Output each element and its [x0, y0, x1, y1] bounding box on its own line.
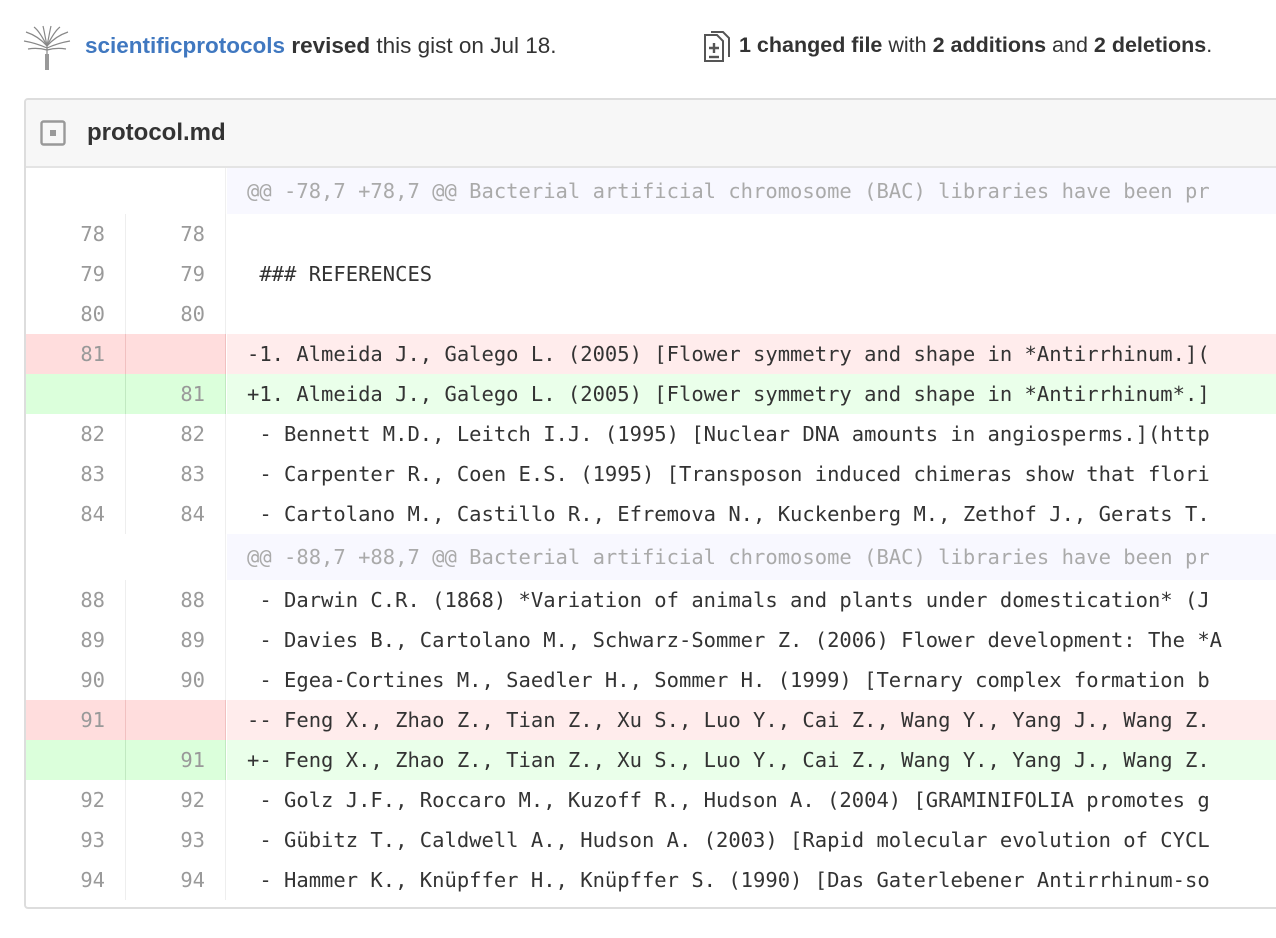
diff-row: 89 89 - Davies B., Cartolano M., Schwarz-…	[26, 620, 1276, 660]
diff-row: 88 88 - Darwin C.R. (1868) *Variation of …	[26, 580, 1276, 620]
new-line-number[interactable]: 79	[126, 254, 226, 294]
file-name[interactable]: protocol.md	[87, 119, 226, 147]
code-line: - Gübitz T., Caldwell A., Hudson A. (200…	[247, 828, 1210, 852]
action-label: revised	[291, 33, 371, 58]
old-line-number[interactable]: 84	[26, 494, 126, 534]
file-diff-container: protocol.md @@ -78,7 +78,7 @@ Bacterial …	[24, 98, 1276, 909]
code-line: -- Feng X., Zhao Z., Tian Z., Xu S., Luo…	[227, 700, 1276, 740]
diff-row-deletion: 81 -1. Almeida J., Galego L. (2005) [Flow…	[26, 334, 1276, 374]
code-line: - Bennett M.D., Leitch I.J. (1995) [Nucl…	[247, 422, 1210, 446]
deletions-count: 2 deletions	[1093, 33, 1207, 57]
username-link[interactable]: scientificprotocols	[85, 33, 285, 58]
code-line: +- Feng X., Zhao Z., Tian Z., Xu S., Luo…	[227, 740, 1276, 780]
file-diff-icon	[704, 31, 730, 62]
old-line-number[interactable]: 82	[26, 414, 126, 454]
revision-description: scientificprotocols revised this gist on…	[85, 33, 557, 59]
diff-row: 90 90 - Egea-Cortines M., Saedler H., Som…	[26, 660, 1276, 700]
old-line-number[interactable]: 81	[26, 334, 126, 374]
hunk-header-text: @@ -88,7 +88,7 @@ Bacterial artificial c…	[227, 534, 1276, 580]
revision-date-text: this gist on Jul 18.	[376, 33, 557, 58]
new-line-number	[126, 534, 226, 580]
new-line-number	[126, 700, 226, 740]
summary-period: .	[1206, 33, 1213, 57]
old-line-number	[26, 534, 126, 580]
changed-files-count: 1 changed file	[739, 33, 883, 57]
new-line-number[interactable]: 80	[126, 294, 226, 334]
old-line-number[interactable]: 80	[26, 294, 126, 334]
old-line-number[interactable]: 88	[26, 580, 126, 620]
old-line-number[interactable]: 89	[26, 620, 126, 660]
new-line-number[interactable]: 88	[126, 580, 226, 620]
old-line-number[interactable]: 79	[26, 254, 126, 294]
new-line-number[interactable]: 81	[126, 374, 226, 414]
code-line: ### REFERENCES	[247, 262, 433, 286]
new-line-number[interactable]: 89	[126, 620, 226, 660]
diff-row: 92 92 - Golz J.F., Roccaro M., Kuzoff R.,…	[26, 780, 1276, 820]
code-line: +1. Almeida J., Galego L. (2005) [Flower…	[227, 374, 1276, 414]
code-line: - Carpenter R., Coen E.S. (1995) [Transp…	[247, 462, 1210, 486]
code-line: - Cartolano M., Castillo R., Efremova N.…	[247, 502, 1210, 526]
hunk-header-row: @@ -88,7 +88,7 @@ Bacterial artificial c…	[26, 534, 1276, 580]
old-line-number	[26, 740, 126, 780]
new-line-number[interactable]: 92	[126, 780, 226, 820]
code-line: - Hammer K., Knüpffer H., Knüpffer S. (1…	[247, 868, 1210, 892]
new-line-number[interactable]: 90	[126, 660, 226, 700]
gist-revision-header: scientificprotocols revised this gist on…	[0, 0, 1276, 96]
diff-summary: 1 changed file with 2 additions and 2 de…	[739, 33, 1212, 58]
new-line-number[interactable]: 91	[126, 740, 226, 780]
code-line: - Golz J.F., Roccaro M., Kuzoff R., Huds…	[247, 788, 1210, 812]
code-line: - Egea-Cortines M., Saedler H., Sommer H…	[247, 668, 1210, 692]
old-line-number[interactable]: 91	[26, 700, 126, 740]
user-avatar[interactable]	[22, 24, 72, 72]
summary-and: and	[1052, 33, 1088, 57]
diff-row-addition: 91 +- Feng X., Zhao Z., Tian Z., Xu S., L…	[26, 740, 1276, 780]
new-line-number[interactable]: 93	[126, 820, 226, 860]
new-line-number[interactable]: 83	[126, 454, 226, 494]
new-line-number[interactable]: 84	[126, 494, 226, 534]
diff-row: 78 78	[26, 214, 1276, 254]
diff-row: 84 84 - Cartolano M., Castillo R., Efremo…	[26, 494, 1276, 534]
diff-row-deletion: 91 -- Feng X., Zhao Z., Tian Z., Xu S., L…	[26, 700, 1276, 740]
old-line-number	[26, 168, 126, 214]
old-line-number	[26, 374, 126, 414]
old-line-number[interactable]: 94	[26, 860, 126, 900]
summary-with: with	[888, 33, 927, 57]
diff-table: @@ -78,7 +78,7 @@ Bacterial artificial c…	[26, 168, 1276, 900]
code-line: -1. Almeida J., Galego L. (2005) [Flower…	[227, 334, 1276, 374]
code-line: - Darwin C.R. (1868) *Variation of anima…	[247, 588, 1210, 612]
old-line-number[interactable]: 90	[26, 660, 126, 700]
new-line-number[interactable]: 82	[126, 414, 226, 454]
old-line-number[interactable]: 93	[26, 820, 126, 860]
file-modified-icon	[40, 120, 66, 146]
new-line-number	[126, 168, 226, 214]
additions-count: 2 additions	[932, 33, 1047, 57]
new-line-number	[126, 334, 226, 374]
old-line-number[interactable]: 83	[26, 454, 126, 494]
diff-row: 79 79 ### REFERENCES	[26, 254, 1276, 294]
hunk-header-row: @@ -78,7 +78,7 @@ Bacterial artificial c…	[26, 168, 1276, 214]
old-line-number[interactable]: 92	[26, 780, 126, 820]
file-header: protocol.md	[26, 100, 1276, 168]
diff-row: 94 94 - Hammer K., Knüpffer H., Knüpffer …	[26, 860, 1276, 900]
diff-row: 82 82 - Bennett M.D., Leitch I.J. (1995) …	[26, 414, 1276, 454]
hunk-header-text: @@ -78,7 +78,7 @@ Bacterial artificial c…	[227, 168, 1276, 214]
diff-row: 93 93 - Gübitz T., Caldwell A., Hudson A.…	[26, 820, 1276, 860]
new-line-number[interactable]: 94	[126, 860, 226, 900]
code-line: - Davies B., Cartolano M., Schwarz-Somme…	[247, 628, 1223, 652]
new-line-number[interactable]: 78	[126, 214, 226, 254]
diff-row-addition: 81 +1. Almeida J., Galego L. (2005) [Flow…	[26, 374, 1276, 414]
diff-row: 80 80	[26, 294, 1276, 334]
old-line-number[interactable]: 78	[26, 214, 126, 254]
diff-row: 83 83 - Carpenter R., Coen E.S. (1995) [T…	[26, 454, 1276, 494]
